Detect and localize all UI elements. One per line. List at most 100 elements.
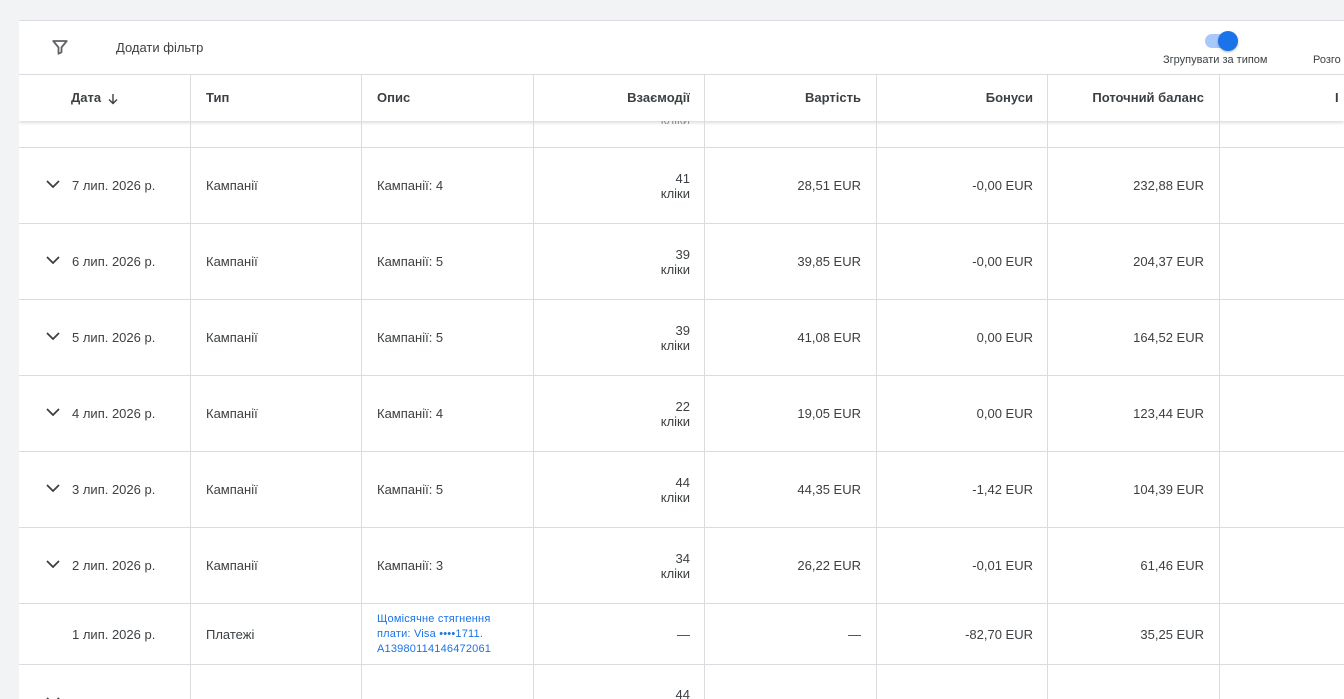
row-type: Платежі xyxy=(206,626,255,642)
row-interactions-count: 39 xyxy=(675,322,690,338)
chevron-down-icon[interactable] xyxy=(45,693,61,699)
column-divider xyxy=(704,74,705,699)
chevron-down-icon[interactable] xyxy=(45,252,61,268)
toggle-thumb xyxy=(1218,31,1238,51)
table-row: кліки xyxy=(19,112,1344,148)
table-row[interactable]: 4 лип. 2026 р. Кампанії Кампанії: 4 22 кл… xyxy=(19,376,1344,452)
group-by-type-label: Згрупувати за типом xyxy=(1163,54,1268,66)
row-interactions-unit: кліки xyxy=(660,565,690,581)
row-cost: 41,08 EUR xyxy=(797,330,861,345)
column-divider xyxy=(361,74,362,699)
row-type: Кампанії xyxy=(206,178,258,193)
chevron-down-icon[interactable] xyxy=(45,556,61,572)
table-row[interactable]: 6 лип. 2026 р. Кампанії Кампанії: 5 39 кл… xyxy=(19,224,1344,300)
row-interactions-count: 44 xyxy=(675,474,690,490)
row-interactions: 41 кліки xyxy=(534,148,690,223)
row-bonuses: -0,01 EUR xyxy=(972,558,1033,573)
row-date: 6 лип. 2026 р. xyxy=(72,254,156,269)
chevron-down-icon[interactable] xyxy=(45,480,61,496)
row-balance: 61,46 EUR xyxy=(1140,558,1204,573)
row-balance: 204,37 EUR xyxy=(1133,254,1204,269)
row-interactions-unit: кліки xyxy=(660,489,690,505)
row-interactions-count: 22 xyxy=(675,398,690,414)
row-description: Кампанії: 5 xyxy=(377,254,444,269)
column-header-balance[interactable]: Поточний баланс xyxy=(1048,75,1204,121)
row-interactions: 39 кліки xyxy=(534,224,690,299)
column-header-bonuses[interactable]: Бонуси xyxy=(877,75,1033,121)
row-balance: 123,44 EUR xyxy=(1133,406,1204,421)
row-description: Кампанії: 5 xyxy=(377,330,444,345)
column-header-type[interactable]: Тип xyxy=(206,75,366,121)
row-interactions-count: 41 xyxy=(675,170,690,186)
row-description-link[interactable]: Щомісячне стягнення плати: Visa ••••1711.… xyxy=(377,604,527,664)
row-bonuses: 0,00 EUR xyxy=(976,330,1033,345)
payment-description-line: A13980114146472061 xyxy=(377,642,492,655)
table-row[interactable]: 5 лип. 2026 р. Кампанії Кампанії: 5 39 кл… xyxy=(19,300,1344,376)
column-header-date[interactable]: Дата xyxy=(71,75,189,121)
column-header-cost[interactable]: Вартість xyxy=(705,75,861,121)
row-type: Кампанії xyxy=(206,254,258,269)
payment-description-line: Щомісячне стягнення xyxy=(377,612,491,625)
row-interactions-unit: кліки xyxy=(660,261,690,277)
chevron-down-icon[interactable] xyxy=(45,176,61,192)
column-divider xyxy=(1219,74,1220,699)
billing-activity-panel: Додати фільтр Згрупувати за типом Розго … xyxy=(19,20,1344,699)
column-divider xyxy=(1047,74,1048,699)
column-header-interactions[interactable]: Взаємодії xyxy=(534,75,690,121)
table-toolbar: Додати фільтр Згрупувати за типом Розго xyxy=(19,21,1344,74)
row-balance: 164,52 EUR xyxy=(1133,330,1204,345)
column-header-date-label: Дата xyxy=(71,90,102,105)
table-row[interactable]: 2 лип. 2026 р. Кампанії Кампанії: 3 34 кл… xyxy=(19,528,1344,604)
row-date: 7 лип. 2026 р. xyxy=(72,178,156,193)
column-divider xyxy=(190,74,191,699)
chevron-down-icon[interactable] xyxy=(45,328,61,344)
row-bonuses: -0,00 EUR xyxy=(972,178,1033,193)
column-header-description[interactable]: Опис xyxy=(377,75,537,121)
row-interactions: кліки xyxy=(534,112,690,147)
row-interactions-count: 34 xyxy=(675,550,690,566)
row-cost: 19,05 EUR xyxy=(797,406,861,421)
table-row[interactable]: 44 xyxy=(19,665,1344,699)
payment-description-line: плати: Visa ••••1711. xyxy=(377,627,484,640)
row-description: Кампанії: 4 xyxy=(377,178,444,193)
row-interactions-count: 39 xyxy=(675,246,690,262)
row-bonuses: -1,42 EUR xyxy=(972,482,1033,497)
row-interactions: — xyxy=(677,626,690,642)
row-description: Кампанії: 3 xyxy=(377,558,444,573)
table-header: Дата Тип Опис Взаємодії Вартість Бонуси … xyxy=(19,74,1344,121)
row-date: 1 лип. 2026 р. xyxy=(72,626,156,642)
row-balance: 35,25 EUR xyxy=(1140,626,1204,642)
table-row-payment: 1 лип. 2026 р. Платежі Щомісячне стягнен… xyxy=(19,604,1344,665)
chevron-down-icon[interactable] xyxy=(45,404,61,420)
row-bonuses: 0,00 EUR xyxy=(976,406,1033,421)
row-type: Кампанії xyxy=(206,558,258,573)
row-date: 4 лип. 2026 р. xyxy=(72,406,156,421)
row-balance: 104,39 EUR xyxy=(1133,482,1204,497)
group-by-type-toggle[interactable] xyxy=(1203,30,1239,51)
column-header-extra[interactable]: І xyxy=(1335,75,1344,121)
add-filter-button[interactable]: Додати фільтр xyxy=(116,40,203,55)
row-type: Кампанії xyxy=(206,406,258,421)
row-type: Кампанії xyxy=(206,482,258,497)
filter-icon[interactable] xyxy=(51,38,69,56)
row-type: Кампанії xyxy=(206,330,258,345)
row-interactions: 22 кліки xyxy=(534,376,690,451)
row-bonuses: -0,00 EUR xyxy=(972,254,1033,269)
row-interactions: 39 кліки xyxy=(534,300,690,375)
expand-all-button[interactable]: Розго xyxy=(1313,54,1341,66)
row-interactions-unit: кліки xyxy=(660,185,690,201)
row-cost: 44,35 EUR xyxy=(797,482,861,497)
column-divider xyxy=(533,74,534,699)
row-description: Кампанії: 5 xyxy=(377,482,444,497)
row-cost: — xyxy=(848,626,861,642)
arrow-down-icon xyxy=(108,93,118,105)
row-balance: 232,88 EUR xyxy=(1133,178,1204,193)
table-row[interactable]: 7 лип. 2026 р. Кампанії Кампанії: 4 41 кл… xyxy=(19,148,1344,224)
row-interactions-count: 44 xyxy=(675,687,690,699)
table-row[interactable]: 3 лип. 2026 р. Кампанії Кампанії: 5 44 кл… xyxy=(19,452,1344,528)
row-interactions: 34 кліки xyxy=(534,528,690,603)
row-date: 2 лип. 2026 р. xyxy=(72,558,156,573)
row-interactions-unit: кліки xyxy=(660,337,690,353)
row-cost: 39,85 EUR xyxy=(797,254,861,269)
row-date: 3 лип. 2026 р. xyxy=(72,482,156,497)
